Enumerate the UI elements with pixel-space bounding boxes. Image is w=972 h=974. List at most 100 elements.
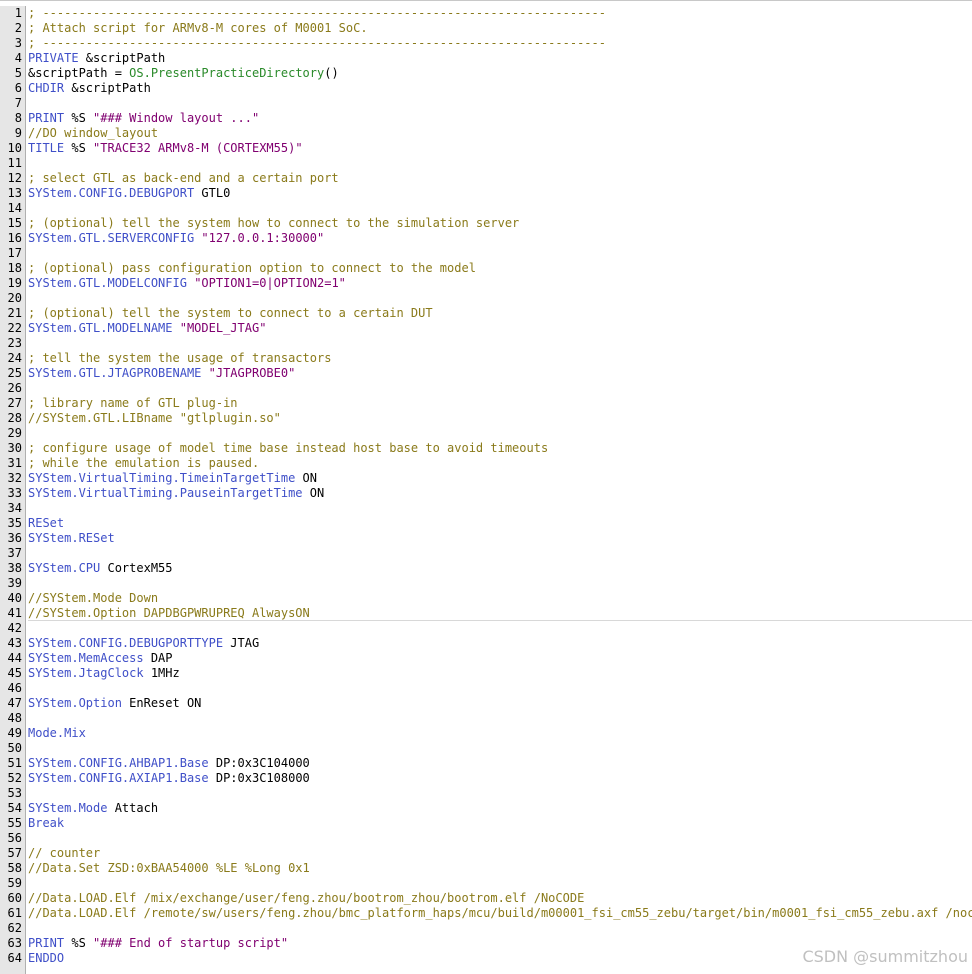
line-number: 8 [14,111,22,125]
line-number: 35 [7,516,22,530]
code-line[interactable]: 48 [0,711,972,726]
line-number: 10 [7,141,22,155]
token-kw: Mode.Mix [28,726,86,740]
line-number: 11 [7,156,22,170]
code-line[interactable]: 25 SYStem.GTL.JTAGPROBENAME "JTAGPROBE0" [0,366,972,381]
code-line[interactable]: 29 [0,426,972,441]
line-number: 27 [7,396,22,410]
token-kw: SYStem.GTL.MODELNAME [28,321,173,335]
line-number: 52 [7,771,22,785]
code-line[interactable]: 61 //Data.LOAD.Elf /remote/sw/users/feng.… [0,906,972,921]
code-line[interactable]: 58 //Data.Set ZSD:0xBAA54000 %LE %Long 0x… [0,861,972,876]
code-line[interactable]: 28 //SYStem.GTL.LIBname "gtlplugin.so" [0,411,972,426]
code-text: SYStem.MemAccess DAP [28,651,173,666]
code-line[interactable]: 54 SYStem.Mode Attach [0,801,972,816]
code-line[interactable]: 14 [0,201,972,216]
code-line[interactable]: 9 //DO window_layout [0,126,972,141]
code-line[interactable]: 32 SYStem.VirtualTiming.TimeinTargetTime … [0,471,972,486]
code-line[interactable]: 46 [0,681,972,696]
code-line[interactable]: 24 ; tell the system the usage of transac… [0,351,972,366]
code-text: PRINT %S "### End of startup script" [28,936,288,951]
code-line[interactable]: 13 SYStem.CONFIG.DEBUGPORT GTL0 [0,186,972,201]
code-text: PRIVATE &scriptPath [28,51,165,66]
code-line[interactable]: 62 [0,921,972,936]
line-number: 25 [7,366,22,380]
code-line[interactable]: 35 RESet [0,516,972,531]
token-kw: SYStem.CPU [28,561,101,575]
token-comment: ; configure usage of model time base ins… [28,441,549,455]
code-line[interactable]: 45 SYStem.JtagClock 1MHz [0,666,972,681]
code-line[interactable]: 1 ; -------------------------------------… [0,6,972,21]
code-text: ; (optional) tell the system to connect … [28,306,433,321]
code-line[interactable]: 6 CHDIR &scriptPath [0,81,972,96]
code-line[interactable]: 40 //SYStem.Mode Down [0,591,972,606]
code-line[interactable]: 59 [0,876,972,891]
code-text: SYStem.CONFIG.DEBUGPORTTYPE JTAG [28,636,259,651]
code-lines[interactable]: 1 ; -------------------------------------… [0,6,972,966]
code-line[interactable]: 26 [0,381,972,396]
code-line[interactable]: 42 [0,621,972,636]
line-number: 30 [7,441,22,455]
code-line[interactable]: 10 TITLE %S "TRACE32 ARMv8-M (CORTEXM55)" [0,141,972,156]
code-text: PRINT %S "### Window layout ..." [28,111,259,126]
code-line[interactable]: 8 PRINT %S "### Window layout ..." [0,111,972,126]
code-line[interactable]: 37 [0,546,972,561]
code-line[interactable]: 33 SYStem.VirtualTiming.PauseinTargetTime… [0,486,972,501]
code-line[interactable]: 57 // counter [0,846,972,861]
code-line[interactable]: 53 [0,786,972,801]
code-text: //SYStem.Mode Down [28,591,158,606]
code-text: ; tell the system the usage of transacto… [28,351,331,366]
code-line[interactable]: 5 &scriptPath = OS.PresentPracticeDirecto… [0,66,972,81]
token-kw: CHDIR [28,81,65,95]
code-line[interactable]: 60 //Data.LOAD.Elf /mix/exchange/user/fen… [0,891,972,906]
code-line[interactable]: 56 [0,831,972,846]
code-line[interactable]: 7 [0,96,972,111]
code-text: &scriptPath = OS.PresentPracticeDirector… [28,66,339,81]
code-line[interactable]: 34 [0,501,972,516]
code-text: Break [28,816,64,831]
token-kw: SYStem.MemAccess [28,651,144,665]
code-editor[interactable]: 1 ; -------------------------------------… [0,0,972,974]
line-number: 57 [7,846,22,860]
code-line[interactable]: 44 SYStem.MemAccess DAP [0,651,972,666]
code-text: Mode.Mix [28,726,86,741]
code-line[interactable]: 47 SYStem.Option EnReset ON [0,696,972,711]
token-comment: ; (optional) tell the system how to conn… [28,216,520,230]
code-line[interactable]: 43 SYStem.CONFIG.DEBUGPORTTYPE JTAG [0,636,972,651]
code-line[interactable]: 3 ; -------------------------------------… [0,36,972,51]
code-line[interactable]: 20 [0,291,972,306]
code-line[interactable]: 52 SYStem.CONFIG.AXIAP1.Base DP:0x3C10800… [0,771,972,786]
line-number: 39 [7,576,22,590]
code-line[interactable]: 49 Mode.Mix [0,726,972,741]
code-text: SYStem.CONFIG.DEBUGPORT GTL0 [28,186,230,201]
code-text: SYStem.CONFIG.AHBAP1.Base DP:0x3C104000 [28,756,310,771]
code-line[interactable]: 18 ; (optional) pass configuration option… [0,261,972,276]
line-number: 18 [7,261,22,275]
code-line[interactable]: 31 ; while the emulation is paused. [0,456,972,471]
code-line-current[interactable]: 41 //SYStem.Option DAPDBGPWRUPREQ AlwaysO… [0,606,972,621]
code-line[interactable]: 22 SYStem.GTL.MODELNAME "MODEL_JTAG" [0,321,972,336]
code-line[interactable]: 39 [0,576,972,591]
token-kw: Break [28,816,65,830]
code-line[interactable]: 4 PRIVATE &scriptPath [0,51,972,66]
code-line[interactable]: 2 ; Attach script for ARMv8-M cores of M0… [0,21,972,36]
code-line[interactable]: 16 SYStem.GTL.SERVERCONFIG "127.0.0.1:300… [0,231,972,246]
code-line[interactable]: 30 ; configure usage of model time base i… [0,441,972,456]
code-line[interactable]: 11 [0,156,972,171]
code-text: SYStem.GTL.SERVERCONFIG "127.0.0.1:30000… [28,231,324,246]
code-line[interactable]: 38 SYStem.CPU CortexM55 [0,561,972,576]
code-line[interactable]: 23 [0,336,972,351]
code-line[interactable]: 15 ; (optional) tell the system how to co… [0,216,972,231]
token-plain: %S [64,936,94,950]
code-line[interactable]: 27 ; library name of GTL plug-in [0,396,972,411]
code-text: ; --------------------------------------… [28,6,606,21]
code-line[interactable]: 19 SYStem.GTL.MODELCONFIG "OPTION1=0|OPTI… [0,276,972,291]
code-line[interactable]: 36 SYStem.RESet [0,531,972,546]
code-line[interactable]: 50 [0,741,972,756]
code-line[interactable]: 17 [0,246,972,261]
code-line[interactable]: 21 ; (optional) tell the system to connec… [0,306,972,321]
token-str: "MODEL_JTAG" [179,321,267,335]
code-line[interactable]: 51 SYStem.CONFIG.AHBAP1.Base DP:0x3C10400… [0,756,972,771]
code-line[interactable]: 55 Break [0,816,972,831]
code-line[interactable]: 12 ; select GTL as back-end and a certain… [0,171,972,186]
